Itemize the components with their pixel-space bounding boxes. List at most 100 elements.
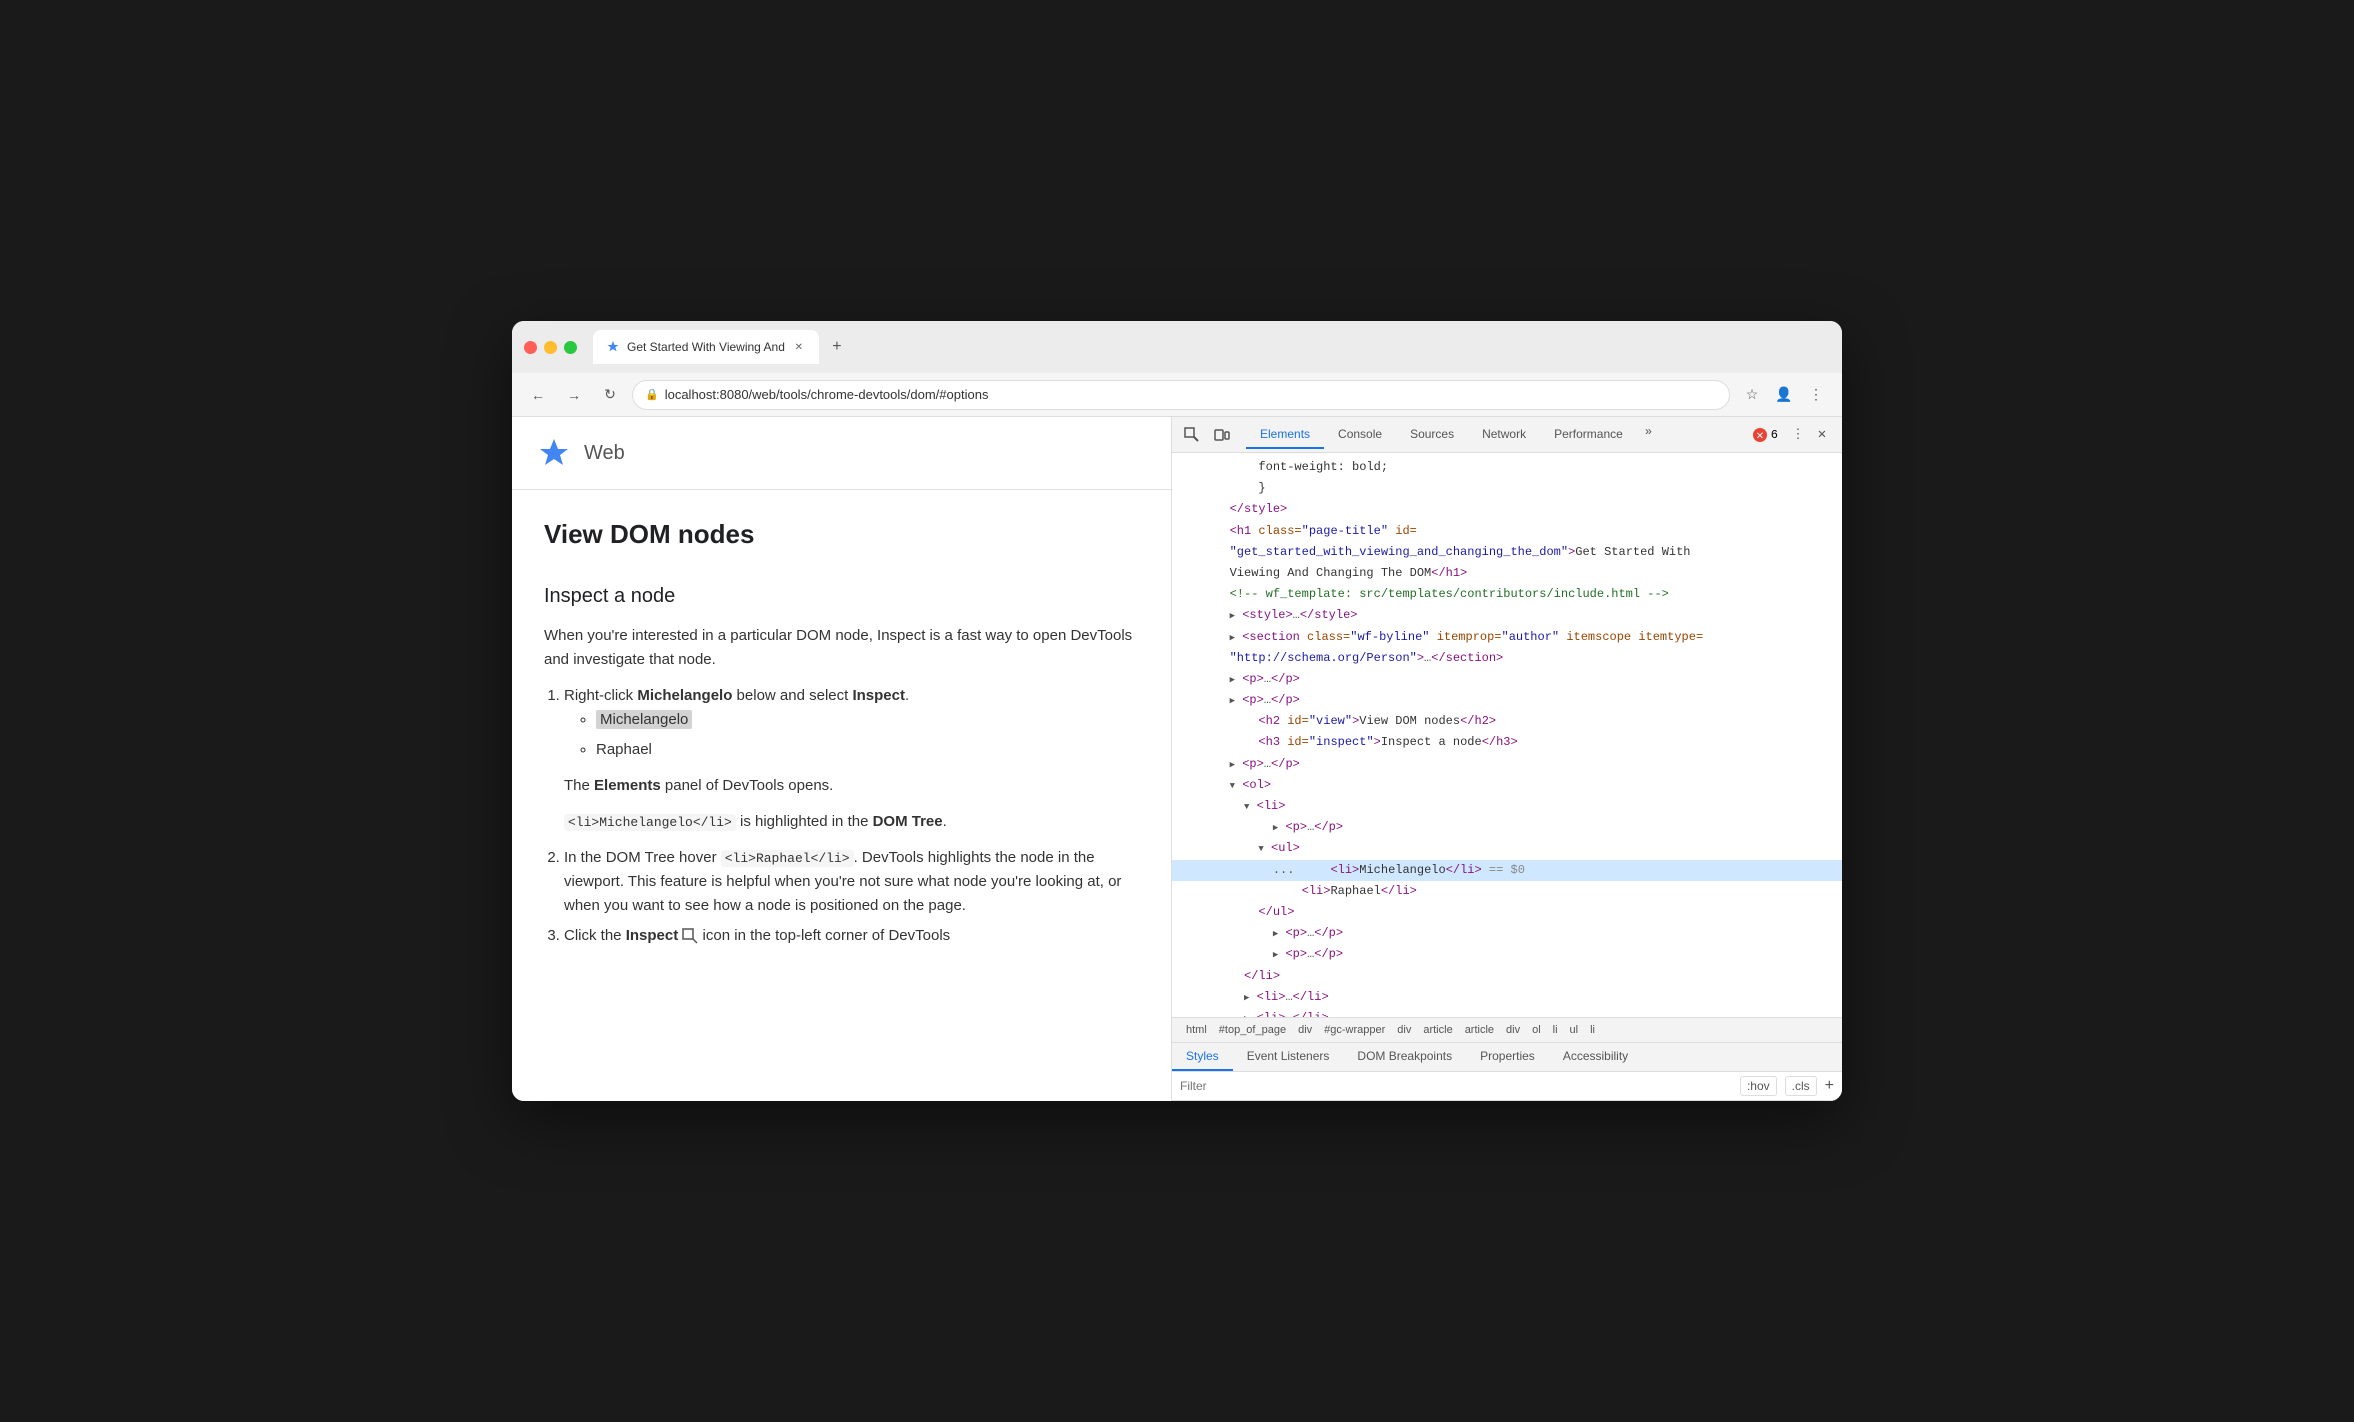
dom-line: Viewing And Changing The DOM</h1> xyxy=(1172,563,1842,584)
step-1: Right-click Michelangelo below and selec… xyxy=(564,684,1139,834)
address-right-icons: ☆ 👤 ⋮ xyxy=(1738,381,1830,409)
dom-line: ▶ <p>…</p> xyxy=(1172,669,1842,690)
dom-line: </li> xyxy=(1172,966,1842,987)
breadcrumb-li1[interactable]: li xyxy=(1547,1022,1564,1038)
breadcrumb-ul[interactable]: ul xyxy=(1564,1022,1585,1038)
inspect-element-icon[interactable] xyxy=(1180,423,1204,447)
dom-line: ▼ <ul> xyxy=(1172,838,1842,859)
article-steps: Right-click Michelangelo below and selec… xyxy=(564,684,1139,948)
breadcrumb-li2[interactable]: li xyxy=(1584,1022,1601,1038)
inspect-icon xyxy=(682,928,698,944)
devtools-bottom-tabs: Styles Event Listeners DOM Breakpoints P… xyxy=(1172,1043,1842,1072)
devtools-tab-performance[interactable]: Performance xyxy=(1540,421,1637,449)
devtools-tab-elements[interactable]: Elements xyxy=(1246,421,1324,449)
bookmark-icon[interactable]: ☆ xyxy=(1738,381,1766,409)
breadcrumb-html[interactable]: html xyxy=(1180,1022,1213,1038)
breadcrumb-article2[interactable]: article xyxy=(1459,1022,1500,1038)
forward-button[interactable]: → xyxy=(560,381,588,409)
dom-line: ▶ <p>…</p> xyxy=(1172,944,1842,965)
dom-tree: font-weight: bold; } </style> <h1 class=… xyxy=(1172,453,1842,1017)
reload-button[interactable]: ↻ xyxy=(596,381,624,409)
devtools-tabs: Elements Console Sources Network Perform… xyxy=(1246,421,1744,449)
breadcrumb-ol[interactable]: ol xyxy=(1526,1022,1547,1038)
dom-line-highlighted: ... <li>Michelangelo</li> == $0 xyxy=(1172,860,1842,881)
bottom-tab-styles[interactable]: Styles xyxy=(1172,1043,1233,1071)
maximize-traffic-light[interactable] xyxy=(564,341,577,354)
devtools-tab-console[interactable]: Console xyxy=(1324,421,1396,449)
bottom-tab-accessibility[interactable]: Accessibility xyxy=(1549,1043,1642,1071)
step1-code-note: <li>Michelangelo</li> is highlighted in … xyxy=(564,810,1139,834)
dom-line: ▼ <ol> xyxy=(1172,775,1842,796)
devtools-header: Elements Console Sources Network Perform… xyxy=(1172,417,1842,453)
close-traffic-light[interactable] xyxy=(524,341,537,354)
step1-prefix: Right-click xyxy=(564,687,637,704)
lock-icon: 🔒 xyxy=(645,388,659,401)
article-bullet-list: Michelangelo Raphael xyxy=(596,708,1139,762)
back-button[interactable]: ← xyxy=(524,381,552,409)
breadcrumb-div2[interactable]: div xyxy=(1391,1022,1417,1038)
filter-cls[interactable]: .cls xyxy=(1785,1076,1817,1096)
devtools-more-tabs[interactable]: » xyxy=(1637,421,1660,449)
menu-icon[interactable]: ⋮ xyxy=(1802,381,1830,409)
new-tab-button[interactable]: + xyxy=(823,333,851,361)
dom-line: <h3 id="inspect">Inspect a node</h3> xyxy=(1172,732,1842,753)
tab-bar: Get Started With Viewing And ✕ + xyxy=(593,330,1830,364)
profile-icon[interactable]: 👤 xyxy=(1770,381,1798,409)
browser-body: Web View DOM nodes Inspect a node When y… xyxy=(512,417,1842,1101)
bullet-michelangelo: Michelangelo xyxy=(596,708,1139,732)
dom-line: </style> xyxy=(1172,499,1842,520)
active-tab[interactable]: Get Started With Viewing And ✕ xyxy=(593,330,819,364)
article-content: View DOM nodes Inspect a node When you'r… xyxy=(512,490,1171,984)
filter-input[interactable] xyxy=(1180,1079,1740,1093)
device-icon xyxy=(1214,427,1230,443)
step-2: In the DOM Tree hover <li>Raphael</li>. … xyxy=(564,846,1139,918)
dom-line: <li>Raphael</li> xyxy=(1172,881,1842,902)
dom-line: font-weight: bold; xyxy=(1172,457,1842,478)
step1-suffix: below and select xyxy=(732,687,852,704)
device-toolbar-icon[interactable] xyxy=(1210,423,1234,447)
article-subheading: Inspect a node xyxy=(544,580,1139,612)
dom-line: ▶ <p>…</p> xyxy=(1172,754,1842,775)
devtools-toolbar-icons xyxy=(1180,423,1234,447)
devtools-error-badge: ✕ 6 xyxy=(1752,427,1778,443)
breadcrumb-gc-wrapper[interactable]: #gc-wrapper xyxy=(1318,1022,1391,1038)
dom-line: </ul> xyxy=(1172,902,1842,923)
site-logo-icon xyxy=(536,435,572,471)
breadcrumb-article1[interactable]: article xyxy=(1417,1022,1458,1038)
dom-line: <h2 id="view">View DOM nodes</h2> xyxy=(1172,711,1842,732)
filter-hov[interactable]: :hov xyxy=(1740,1076,1777,1096)
dom-line: "get_started_with_viewing_and_changing_t… xyxy=(1172,542,1842,563)
address-bar: ← → ↻ 🔒 localhost:8080/web/tools/chrome-… xyxy=(512,373,1842,417)
filter-add-button[interactable]: + xyxy=(1825,1077,1834,1095)
bottom-tab-dom-breakpoints[interactable]: DOM Breakpoints xyxy=(1343,1043,1466,1071)
bottom-tab-properties[interactable]: Properties xyxy=(1466,1043,1549,1071)
site-name: Web xyxy=(584,442,625,465)
error-circle-icon: ✕ xyxy=(1752,427,1768,443)
devtools-close-button[interactable]: ✕ xyxy=(1810,423,1834,447)
step1-action: Inspect xyxy=(852,687,905,704)
browser-window: Get Started With Viewing And ✕ + ← → ↻ 🔒… xyxy=(512,321,1842,1101)
breadcrumb-div1[interactable]: div xyxy=(1292,1022,1318,1038)
devtools-tab-sources[interactable]: Sources xyxy=(1396,421,1468,449)
tab-close-button[interactable]: ✕ xyxy=(791,339,807,355)
webpage-panel: Web View DOM nodes Inspect a node When y… xyxy=(512,417,1172,1101)
devtools-settings-icon[interactable]: ⋮ xyxy=(1786,423,1810,447)
devtools-tab-network[interactable]: Network xyxy=(1468,421,1540,449)
url-bar[interactable]: 🔒 localhost:8080/web/tools/chrome-devtoo… xyxy=(632,380,1730,410)
minimize-traffic-light[interactable] xyxy=(544,341,557,354)
title-bar: Get Started With Viewing And ✕ + xyxy=(512,321,1842,373)
tab-favicon-icon xyxy=(605,339,621,355)
dom-line: ▶ <p>…</p> xyxy=(1172,690,1842,711)
bullet-raphael: Raphael xyxy=(596,738,1139,762)
traffic-lights xyxy=(524,341,577,354)
filter-bar: :hov .cls + xyxy=(1172,1072,1842,1101)
michelangelo-highlight: Michelangelo xyxy=(596,710,692,729)
breadcrumb-top-of-page[interactable]: #top_of_page xyxy=(1213,1022,1292,1038)
inline-code-2: <li>Raphael</li> xyxy=(721,850,854,867)
svg-text:✕: ✕ xyxy=(1756,431,1764,442)
breadcrumb-div3[interactable]: div xyxy=(1500,1022,1526,1038)
step1-note: The Elements panel of DevTools opens. xyxy=(564,774,1139,798)
bottom-tab-event-listeners[interactable]: Event Listeners xyxy=(1233,1043,1344,1071)
dom-line: ▶ <p>…</p> xyxy=(1172,817,1842,838)
filter-tags: :hov .cls + xyxy=(1740,1076,1834,1096)
